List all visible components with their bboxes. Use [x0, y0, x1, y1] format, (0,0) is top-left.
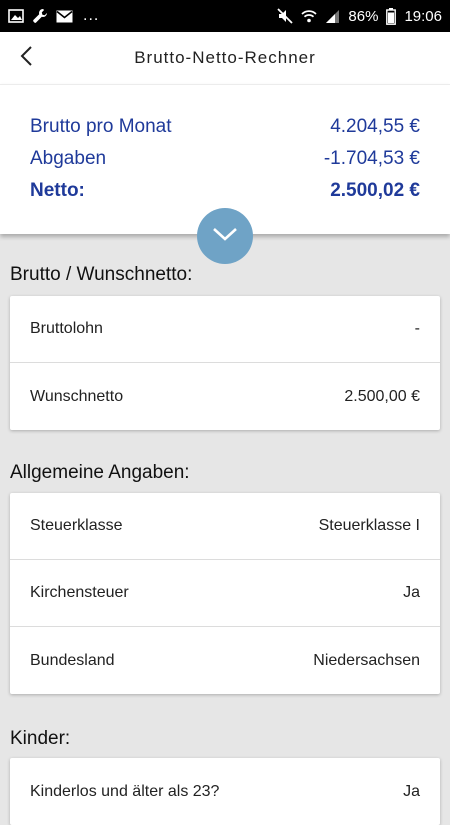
card-brutto: Bruttolohn - Wunschnetto 2.500,00 €: [10, 296, 440, 430]
row-value: Ja: [403, 782, 420, 800]
notification-overflow: ...: [83, 7, 100, 24]
row-label: Bruttolohn: [30, 320, 103, 337]
netto-value: 2.500,02 €: [330, 180, 420, 201]
netto-label: Netto:: [30, 180, 85, 201]
clock: 19:06: [404, 7, 442, 25]
row-label: Bundesland: [30, 651, 115, 669]
app-bar: Brutto-Netto-Rechner: [0, 32, 450, 84]
brutto-label: Brutto pro Monat: [30, 116, 172, 137]
abgaben-value: -1.704,53 €: [323, 148, 420, 169]
row-value: Ja: [403, 584, 420, 601]
section-title-brutto: Brutto / Wunschnetto:: [10, 264, 193, 285]
summary-row-netto: Netto: 2.500,02 €: [30, 176, 420, 206]
expand-summary-button[interactable]: [197, 208, 253, 264]
row-label: Kirchensteuer: [30, 584, 129, 601]
brutto-value: 4.204,55 €: [330, 116, 420, 137]
chevron-down-icon: [212, 226, 238, 247]
wrench-icon: [32, 8, 48, 24]
abgaben-label: Abgaben: [30, 148, 107, 169]
chevron-left-icon: [19, 45, 33, 72]
page-title: Brutto-Netto-Rechner: [134, 48, 316, 67]
row-value: Niedersachsen: [313, 651, 420, 669]
status-bar: ... 86% 19:06: [0, 0, 450, 32]
row-value: -: [414, 320, 420, 337]
image-icon: [8, 9, 24, 23]
card-kinder: Kinderlos und älter als 23? Ja: [10, 758, 440, 825]
row-bundesland[interactable]: Bundesland Niedersachsen: [10, 627, 440, 694]
row-bruttolohn[interactable]: Bruttolohn -: [10, 296, 440, 363]
row-steuerklasse[interactable]: Steuerklasse Steuerklasse I: [10, 493, 440, 560]
battery-icon: [386, 7, 397, 25]
mute-icon: [277, 8, 294, 24]
row-wunschnetto[interactable]: Wunschnetto 2.500,00 €: [10, 363, 440, 430]
row-label: Steuerklasse: [30, 517, 123, 534]
section-title-kinder: Kinder:: [10, 728, 71, 749]
row-value: Steuerklasse I: [318, 517, 420, 534]
status-bar-right: 86% 19:06: [277, 7, 442, 25]
battery-percent: 86%: [348, 7, 379, 25]
summary-row-abgaben: Abgaben -1.704,53 €: [30, 144, 420, 174]
row-label: Wunschnetto: [30, 387, 124, 405]
back-button[interactable]: [12, 42, 40, 74]
mail-icon: [56, 10, 73, 23]
signal-icon: [325, 9, 340, 24]
card-allgemein: Steuerklasse Steuerklasse I Kirchensteue…: [10, 493, 440, 694]
row-kirchensteuer[interactable]: Kirchensteuer Ja: [10, 560, 440, 627]
wifi-icon: [301, 9, 318, 23]
row-label: Kinderlos und älter als 23?: [30, 782, 220, 800]
status-bar-left: ...: [8, 7, 99, 25]
section-title-allgemein: Allgemeine Angaben:: [10, 462, 190, 483]
summary-row-brutto: Brutto pro Monat 4.204,55 €: [30, 112, 420, 142]
row-value: 2.500,00 €: [344, 387, 420, 405]
row-kinderlos[interactable]: Kinderlos und älter als 23? Ja: [10, 758, 440, 825]
